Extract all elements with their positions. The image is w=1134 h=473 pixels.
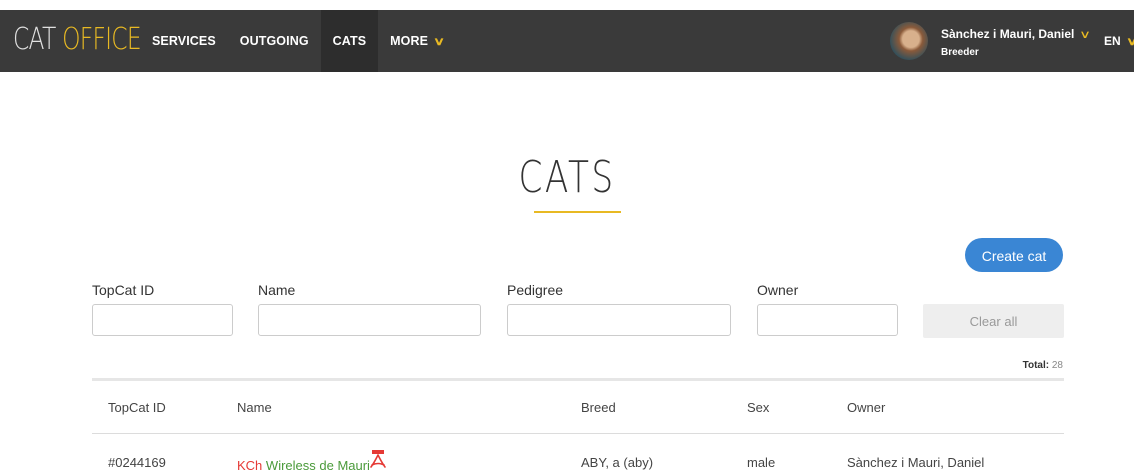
logo-text-cat: CAT: [13, 22, 63, 57]
column-header-name[interactable]: Name: [237, 400, 272, 415]
nav-label: CATS: [332, 34, 367, 48]
cell-name[interactable]: KCh Wireless de Mauri: [237, 458, 370, 473]
clear-all-button[interactable]: Clear all: [923, 304, 1064, 338]
filter-label-topcat-id: TopCat ID: [92, 282, 155, 298]
language-selector[interactable]: EN ∨: [1104, 10, 1134, 72]
nav-item-more[interactable]: MORE ∨: [378, 10, 455, 72]
total-value: 28: [1051, 360, 1063, 371]
table-top-border: [92, 378, 1064, 381]
filter-label-owner: Owner: [757, 282, 799, 298]
column-header-topcat-id[interactable]: TopCat ID: [108, 400, 166, 415]
filter-label-name: Name: [258, 282, 296, 298]
user-menu[interactable]: Sànchez i Mauri, Daniel ∨ Breeder: [890, 10, 1092, 72]
nav-item-services[interactable]: SERVICES: [140, 10, 228, 72]
user-info: Sànchez i Mauri, Daniel ∨ Breeder: [941, 25, 1092, 58]
user-name-row: Sànchez i Mauri, Daniel ∨: [941, 25, 1092, 43]
pdf-icon[interactable]: [369, 450, 387, 470]
create-cat-button[interactable]: Create cat: [965, 238, 1063, 272]
column-header-breed[interactable]: Breed: [581, 400, 616, 415]
cat-name-link[interactable]: Wireless de Mauri: [266, 458, 370, 473]
avatar: [890, 22, 928, 60]
nav-item-cats[interactable]: CATS: [320, 10, 379, 72]
cat-title: KCh: [237, 458, 263, 473]
owner-filter-input[interactable]: [757, 304, 898, 336]
column-header-owner[interactable]: Owner: [847, 400, 885, 415]
chevron-down-icon: ∨: [1079, 28, 1092, 41]
nav-label: OUTGOING: [239, 34, 309, 48]
logo-text-office: OFFICE: [62, 22, 141, 57]
top-navigation-bar: CAT OFFICE SERVICES OUTGOING CATS MORE ∨ …: [0, 10, 1134, 72]
language-label: EN: [1104, 34, 1121, 48]
pedigree-filter-input[interactable]: [507, 304, 731, 336]
nav-label: SERVICES: [152, 34, 216, 48]
filter-label-pedigree: Pedigree: [507, 282, 564, 298]
table-header-divider: [92, 433, 1064, 434]
column-header-sex[interactable]: Sex: [747, 400, 769, 415]
main-nav: SERVICES OUTGOING CATS MORE ∨: [140, 10, 455, 72]
title-underline: [534, 211, 621, 213]
name-filter-input[interactable]: [258, 304, 481, 336]
chevron-down-icon: ∨: [1126, 35, 1134, 48]
total-label: Total:: [1022, 360, 1050, 371]
app-logo[interactable]: CAT OFFICE: [13, 22, 142, 58]
total-count: Total: 28: [1023, 360, 1063, 371]
chevron-down-icon: ∨: [433, 35, 446, 48]
nav-label: MORE: [390, 34, 429, 48]
nav-item-outgoing[interactable]: OUTGOING: [228, 10, 321, 72]
topcat-id-filter-input[interactable]: [92, 304, 233, 336]
user-name: Sànchez i Mauri, Daniel: [941, 26, 1075, 41]
page-title: CATS: [518, 152, 616, 203]
user-role: Breeder: [941, 46, 979, 58]
